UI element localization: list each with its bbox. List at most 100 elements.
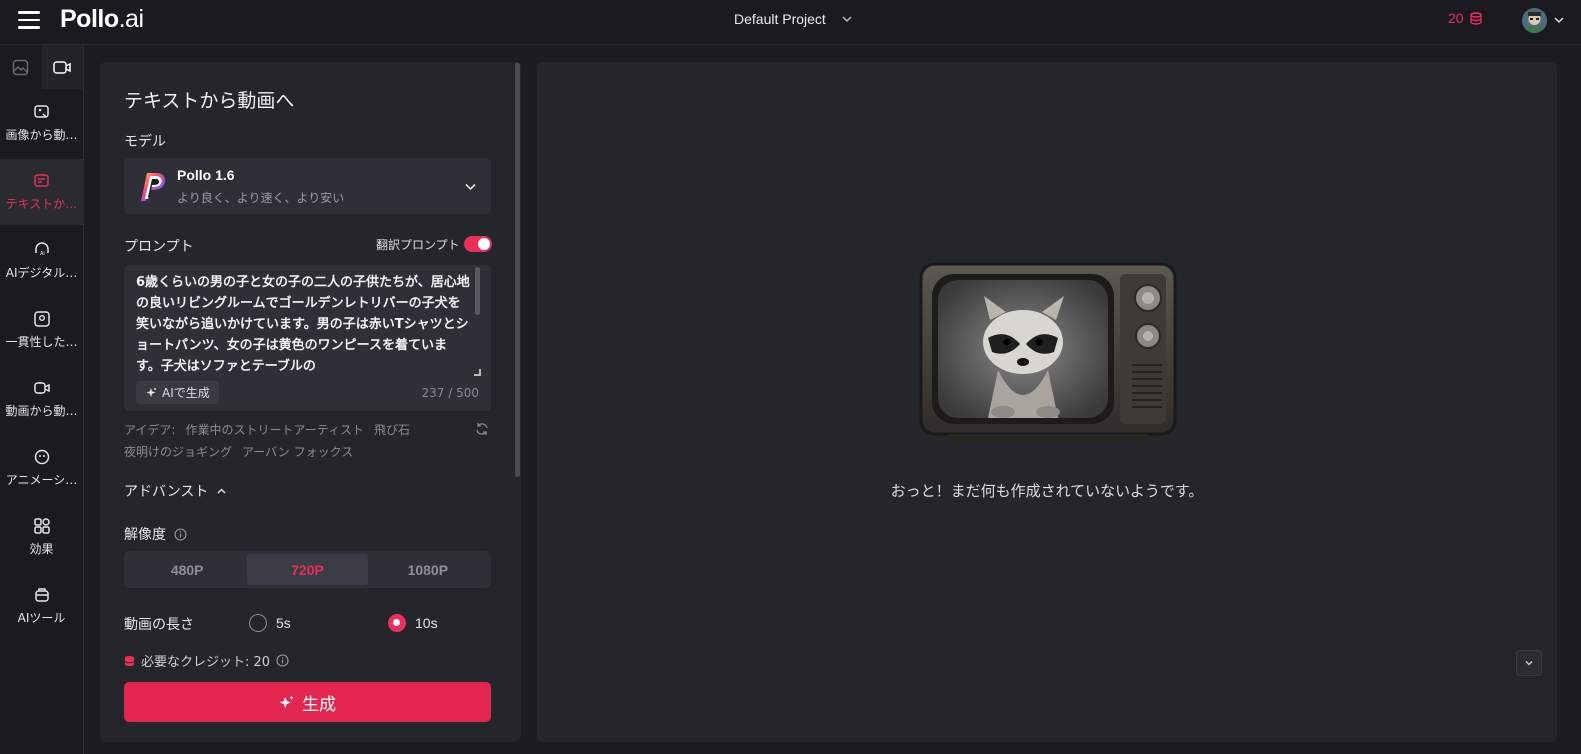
nav-label: アニメーシ…: [5, 473, 78, 487]
video-to-video-icon: [33, 382, 50, 394]
avatar[interactable]: [1522, 8, 1547, 33]
prompt-input[interactable]: 6歳くらいの男の子と女の子の二人の子供たちが、居心地の良いリビングルームでゴール…: [124, 265, 491, 411]
ai-avatar-icon: AI: [34, 242, 49, 257]
chevron-down-icon[interactable]: [1553, 14, 1565, 26]
nav-item-animation[interactable]: アニメーシ…: [0, 435, 83, 501]
image-to-video-icon: [33, 105, 49, 118]
menu-icon[interactable]: [18, 11, 40, 29]
nav-label: 画像から動…: [5, 128, 78, 142]
scroll-down-button[interactable]: [1516, 650, 1542, 676]
animation-icon: [34, 449, 49, 465]
chevron-down-icon: [1525, 661, 1533, 666]
mode-switch: [0, 45, 83, 89]
duration-5s-radio[interactable]: 5s: [249, 614, 291, 632]
info-icon[interactable]: [276, 654, 289, 667]
duration-10s-radio[interactable]: 10s: [388, 614, 438, 632]
ai-generate-label: AIで生成: [162, 386, 210, 400]
image-icon: [13, 59, 29, 75]
model-description: より良く、より速く、より安い: [177, 191, 345, 205]
required-credits-text: 必要なクレジット: 20: [141, 655, 271, 670]
resolution-label: 解像度: [124, 527, 166, 543]
nav-item-image-to-video[interactable]: 画像から動…: [0, 90, 83, 156]
chevron-up-icon: [217, 487, 226, 494]
refresh-icon[interactable]: [475, 422, 489, 436]
idea-chip[interactable]: 夜明けのジョギング: [124, 445, 232, 459]
text-to-video-icon: [33, 174, 49, 187]
radio-label: 10s: [415, 615, 438, 631]
logo-main: Pollo: [60, 5, 119, 33]
preview-canvas: おっと！まだ何も作成されていないようです。: [537, 62, 1557, 742]
required-credits: 必要なクレジット: 20: [124, 651, 289, 670]
resize-handle[interactable]: [474, 369, 481, 376]
radio-label: 5s: [276, 615, 291, 631]
credits-count: 20: [1448, 10, 1464, 26]
nav-item-ai-tools[interactable]: AIツール: [0, 573, 83, 639]
chevron-down-icon: [842, 16, 852, 23]
resolution-selector: 480P 720P 1080P: [124, 551, 491, 588]
nav-item-consistent[interactable]: 一貫性した…: [0, 297, 83, 363]
info-icon[interactable]: [174, 527, 187, 541]
coins-icon: [124, 655, 135, 666]
resolution-label-row: 解像度: [124, 524, 187, 544]
credits-badge[interactable]: 20: [1448, 10, 1482, 26]
nav-label: 動画から動…: [5, 404, 78, 418]
chevron-down-icon: [465, 183, 476, 191]
nav-label: 一貫性した…: [5, 335, 78, 349]
nav-item-text-to-video[interactable]: テキストか…: [0, 159, 83, 225]
resolution-480p[interactable]: 480P: [127, 554, 247, 585]
generate-label: 生成: [302, 694, 336, 715]
effects-icon: [33, 518, 50, 534]
sparkle-icon: [279, 695, 294, 708]
model-name: Pollo 1.6: [177, 167, 235, 183]
prompt-label: プロンプト: [124, 239, 194, 255]
nav-label: AIツール: [17, 611, 66, 625]
radio-dot: [249, 614, 267, 632]
panel-title: テキストから動画へ: [124, 90, 295, 112]
nav-label: AIデジタル…: [5, 266, 78, 280]
svg-text:AI: AI: [40, 251, 45, 257]
nav-item-video-to-video[interactable]: 動画から動…: [0, 366, 83, 432]
char-count: 237 / 500: [421, 386, 479, 400]
settings-panel: テキストから動画へ モデル Pollo 1.6 より良く、より速く、より安い プ…: [100, 62, 521, 742]
advanced-toggle[interactable]: アドバンスト: [124, 481, 227, 501]
prompt-scrollbar[interactable]: [475, 267, 480, 315]
translate-prompt-toggle[interactable]: [464, 236, 492, 252]
ideas-label: アイデア:: [124, 423, 176, 437]
video-icon: [53, 60, 71, 74]
model-select[interactable]: Pollo 1.6 より良く、より速く、より安い: [124, 158, 491, 214]
nav-label: 効果: [29, 542, 54, 556]
generate-button[interactable]: 生成: [124, 682, 491, 722]
prompt-text[interactable]: 6歳くらいの男の子と女の子の二人の子供たちが、居心地の良いリビングルームでゴール…: [136, 272, 471, 372]
video-mode-button[interactable]: [41, 45, 83, 89]
ideas-list: アイデア: 作業中のストリートアーティスト 飛び石 夜明けのジョギング アーバン フォ…: [124, 419, 424, 463]
advanced-label: アドバンスト: [124, 484, 209, 500]
radio-dot: [388, 614, 406, 632]
top-bar: Pollo.ai Default Project 20: [0, 0, 1581, 45]
consistent-character-icon: [33, 311, 50, 327]
translate-prompt-label: 翻訳プロンプト: [376, 238, 460, 252]
resolution-720p[interactable]: 720P: [247, 554, 368, 585]
nav-label: テキストか…: [5, 197, 78, 211]
project-selector[interactable]: Default Project: [734, 11, 854, 27]
pollo-logo-icon: [141, 173, 165, 201]
logo[interactable]: Pollo.ai: [60, 5, 144, 34]
nav-item-ai-digital[interactable]: AI AIデジタル…: [0, 228, 83, 294]
duration-label: 動画の長さ: [124, 617, 194, 633]
model-label: モデル: [124, 134, 166, 150]
image-mode-button[interactable]: [0, 45, 42, 89]
sparkle-icon: [146, 387, 156, 397]
nav-item-effects[interactable]: 効果: [0, 504, 83, 570]
ai-generate-button[interactable]: AIで生成: [136, 381, 219, 404]
idea-chip[interactable]: アーバン フォックス: [242, 445, 353, 459]
empty-state-message: おっと！まだ何も作成されていないようです。: [890, 482, 1204, 500]
left-nav: 画像から動… テキストか… AI AIデジタル… 一貫性した… 動画から動… ア…: [0, 45, 84, 754]
project-name: Default Project: [734, 11, 826, 27]
coins-icon: [1469, 11, 1482, 25]
panel-scrollbar[interactable]: [515, 62, 520, 477]
empty-state-illustration: [919, 262, 1177, 444]
resolution-1080p[interactable]: 1080P: [368, 554, 488, 585]
logo-suffix: .ai: [118, 5, 144, 33]
ai-tools-icon: [34, 588, 49, 602]
idea-chip[interactable]: 飛び石: [374, 423, 410, 437]
idea-chip[interactable]: 作業中のストリートアーティスト: [185, 423, 364, 437]
